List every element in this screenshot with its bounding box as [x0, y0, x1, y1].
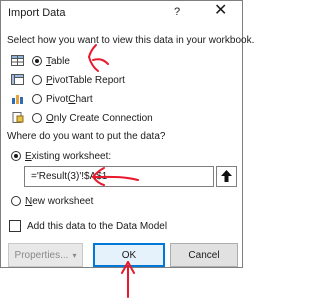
range-value: ='Result(3)'!$A$1: [31, 171, 108, 182]
pivottable-icon: [11, 74, 24, 85]
existing-worksheet-radio[interactable]: [11, 151, 21, 161]
cancel-label: Cancel: [188, 249, 220, 261]
dialog-title: Import Data: [8, 7, 66, 19]
help-button[interactable]: ?: [174, 6, 180, 18]
connection-radio[interactable]: [32, 113, 42, 123]
pivottable-option-label[interactable]: PivotTable Report: [46, 75, 125, 86]
pivotchart-radio[interactable]: [32, 94, 42, 104]
pivotchart-option-label[interactable]: PivotChart: [46, 94, 93, 105]
range-input[interactable]: ='Result(3)'!$A$1: [24, 166, 214, 187]
pivotchart-icon: [11, 93, 24, 104]
connection-icon: [11, 112, 24, 123]
close-icon[interactable]: ✕: [214, 2, 227, 20]
properties-button[interactable]: Properties... ▾: [8, 243, 83, 267]
chevron-down-icon: ▾: [72, 250, 77, 260]
pivottable-radio[interactable]: [32, 75, 42, 85]
connection-option-label[interactable]: Only Create Connection: [46, 113, 153, 124]
ok-button[interactable]: OK: [93, 243, 165, 267]
import-data-dialog: Import Data ? ✕ Select how you want to v…: [0, 0, 254, 268]
title-bar: Import Data ? ✕: [1, 1, 242, 25]
up-arrow-icon: [221, 170, 232, 182]
table-option-label[interactable]: Table: [46, 56, 70, 67]
ok-label: OK: [121, 249, 137, 261]
table-radio[interactable]: [32, 56, 42, 66]
view-prompt: Select how you want to view this data in…: [7, 35, 255, 46]
table-icon: [11, 55, 24, 66]
new-worksheet-radio[interactable]: [11, 196, 21, 206]
collapse-range-button[interactable]: [216, 166, 237, 187]
new-worksheet-label[interactable]: New worksheet: [25, 196, 93, 207]
existing-worksheet-label[interactable]: Existing worksheet:: [25, 151, 111, 162]
cancel-button[interactable]: Cancel: [170, 243, 238, 267]
data-model-checkbox[interactable]: [9, 220, 21, 232]
properties-label: Properties...: [14, 249, 69, 261]
data-model-label[interactable]: Add this data to the Data Model: [27, 221, 167, 232]
location-prompt: Where do you want to put the data?: [7, 131, 166, 142]
